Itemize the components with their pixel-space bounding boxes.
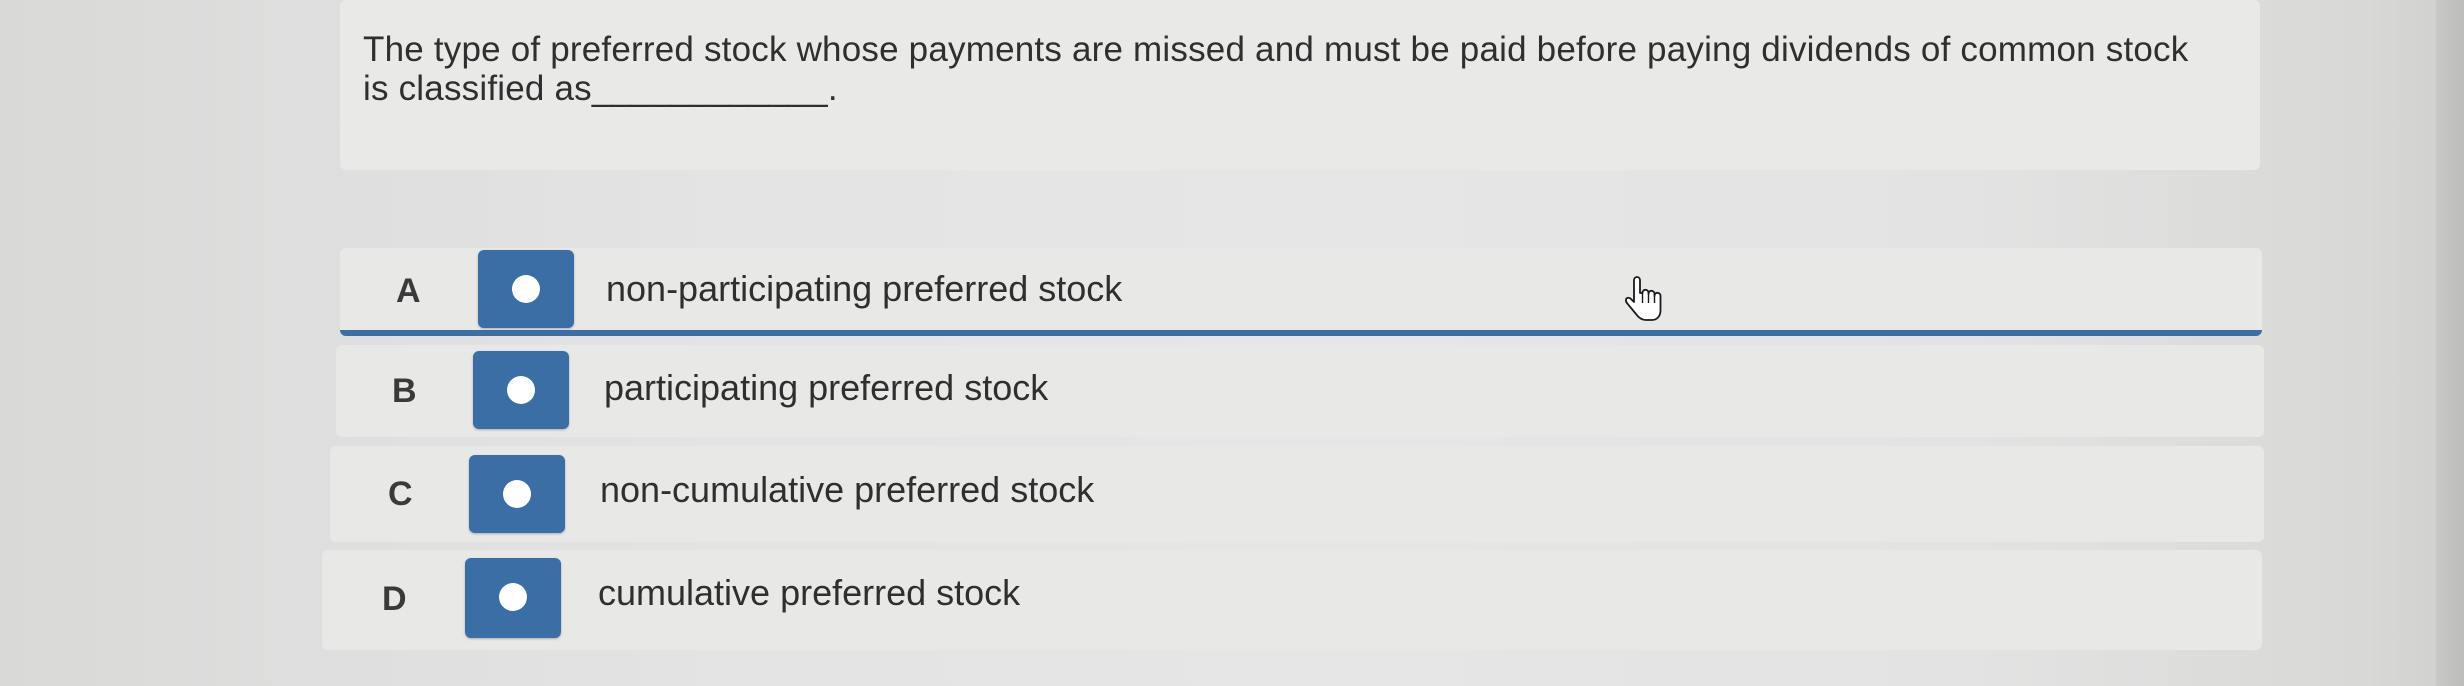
option-letter-c: C xyxy=(388,475,413,513)
question-text: The type of preferred stock whose paymen… xyxy=(363,30,2189,108)
hand-pointer-icon xyxy=(1625,276,1662,321)
option-letter-d: D xyxy=(382,580,407,618)
radio-dot-icon xyxy=(503,480,531,508)
option-label-d[interactable]: cumulative preferred stock xyxy=(598,572,1020,614)
radio-dot-icon xyxy=(499,583,527,611)
screen-edge xyxy=(2436,0,2464,686)
radio-dot-icon xyxy=(507,376,535,404)
option-letter-a: A xyxy=(396,272,421,310)
option-radio-c[interactable] xyxy=(469,455,565,533)
option-label-c[interactable]: non-cumulative preferred stock xyxy=(600,469,1094,511)
option-radio-b[interactable] xyxy=(473,351,569,429)
radio-dot-icon xyxy=(512,275,540,303)
option-radio-d[interactable] xyxy=(465,558,561,638)
option-label-b[interactable]: participating preferred stock xyxy=(604,367,1048,409)
option-letter-b: B xyxy=(392,372,417,410)
option-radio-a[interactable] xyxy=(478,250,574,328)
option-label-a[interactable]: non-participating preferred stock xyxy=(606,268,1122,310)
